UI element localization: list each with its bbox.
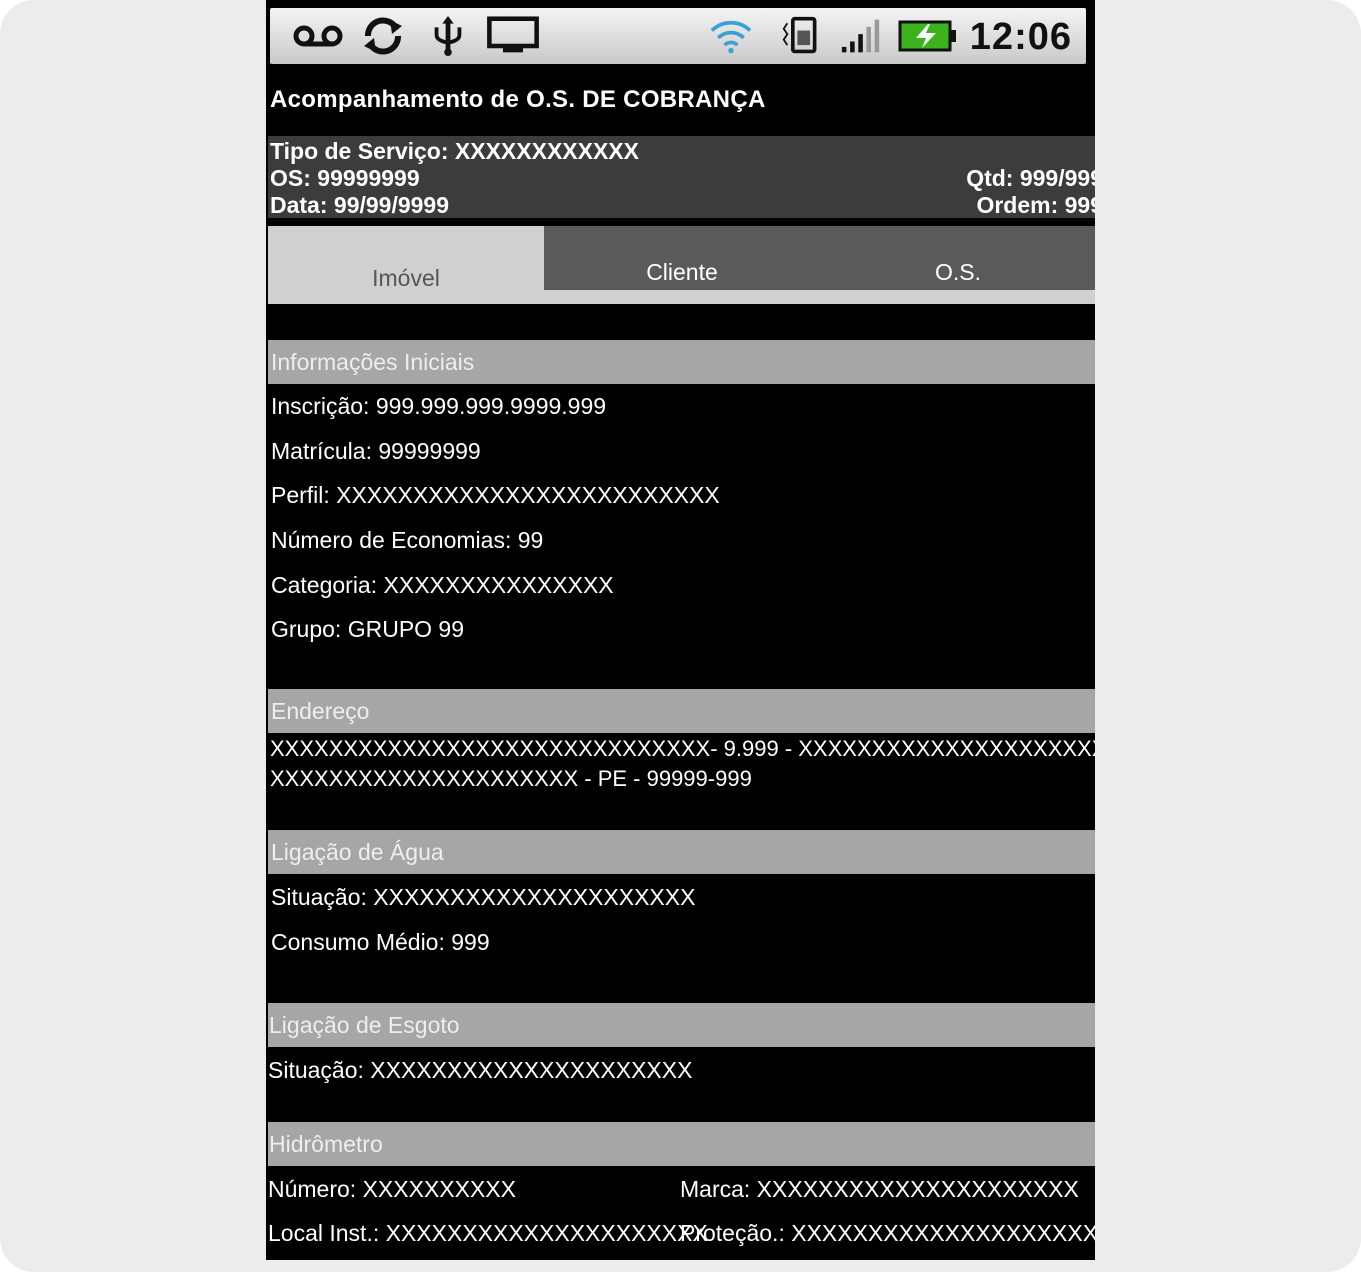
hidrometro-protecao-field: Proteção.: XXXXXXXXXXXXXXXXXXXXX xyxy=(680,1220,1095,1246)
sync-icon xyxy=(364,17,402,55)
categoria-field: Categoria: XXXXXXXXXXXXXXX xyxy=(271,572,614,598)
monitor-icon xyxy=(487,16,539,53)
matricula-field: Matrícula: 99999999 xyxy=(271,438,481,464)
battery-charging-icon xyxy=(898,20,956,52)
tab-underline xyxy=(268,290,1095,304)
signal-icon xyxy=(841,19,880,53)
section-header-ligacao-agua: Ligação de Água xyxy=(268,830,1095,874)
status-bar: 12:06 xyxy=(270,8,1086,64)
section-header-endereco: Endereço xyxy=(268,689,1095,733)
screenshot-frame: 12:06 Acompanhamento de O.S. DE COBRANÇA… xyxy=(0,0,1361,1272)
qtd-label: Qtd: 999/999 xyxy=(966,165,1095,191)
usb-icon xyxy=(434,16,462,56)
hidrometro-numero-field: Número: XXXXXXXXXX xyxy=(268,1176,516,1202)
hidrometro-marca-field: Marca: XXXXXXXXXXXXXXXXXXXXX xyxy=(680,1176,1079,1202)
section-header-ligacao-esgoto: Ligação de Esgoto xyxy=(268,1003,1095,1047)
consumo-medio-field: Consumo Médio: 999 xyxy=(271,929,490,955)
os-number-label: OS: 99999999 xyxy=(270,165,420,191)
tab-cliente[interactable]: Cliente xyxy=(544,226,820,292)
inscricao-field: Inscrição: 999.999.999.9999.999 xyxy=(271,393,607,419)
wifi-icon xyxy=(710,20,752,54)
vibrate-icon xyxy=(782,16,817,54)
section-header-informacoes-iniciais: Informações Iniciais xyxy=(268,340,1095,384)
perfil-field: Perfil: XXXXXXXXXXXXXXXXXXXXXXXXX xyxy=(271,482,720,508)
endereco-line-1: XXXXXXXXXXXXXXXXXXXXXXXXXXXXXX- 9.999 - … xyxy=(270,736,1095,761)
section-header-hidrometro: Hidrômetro xyxy=(268,1122,1095,1166)
phone-screen: 12:06 Acompanhamento de O.S. DE COBRANÇA… xyxy=(266,0,1095,1260)
ordem-label: Ordem: 999 xyxy=(976,192,1095,218)
agua-situacao-field: Situação: XXXXXXXXXXXXXXXXXXXXX xyxy=(271,884,696,910)
voicemail-icon xyxy=(293,25,343,47)
clock: 12:06 xyxy=(969,16,1072,58)
grupo-field: Grupo: GRUPO 99 xyxy=(271,616,465,642)
esgoto-situacao-field: Situação: XXXXXXXXXXXXXXXXXXXXX xyxy=(268,1057,693,1083)
data-label: Data: 99/99/9999 xyxy=(270,192,450,218)
endereco-line-2: XXXXXXXXXXXXXXXXXXXXX - PE - 99999-999 xyxy=(270,766,752,791)
tab-os[interactable]: O.S. xyxy=(820,226,1095,292)
economias-field: Número de Economias: 99 xyxy=(271,527,544,553)
service-info-bar: Tipo de Serviço: XXXXXXXXXXXX OS: 999999… xyxy=(268,136,1095,218)
hidrometro-local-field: Local Inst.: XXXXXXXXXXXXXXXXXXXXX xyxy=(268,1220,708,1246)
tipo-servico-label: Tipo de Serviço: XXXXXXXXXXXX xyxy=(270,138,639,164)
page-title: Acompanhamento de O.S. DE COBRANÇA xyxy=(270,86,766,113)
